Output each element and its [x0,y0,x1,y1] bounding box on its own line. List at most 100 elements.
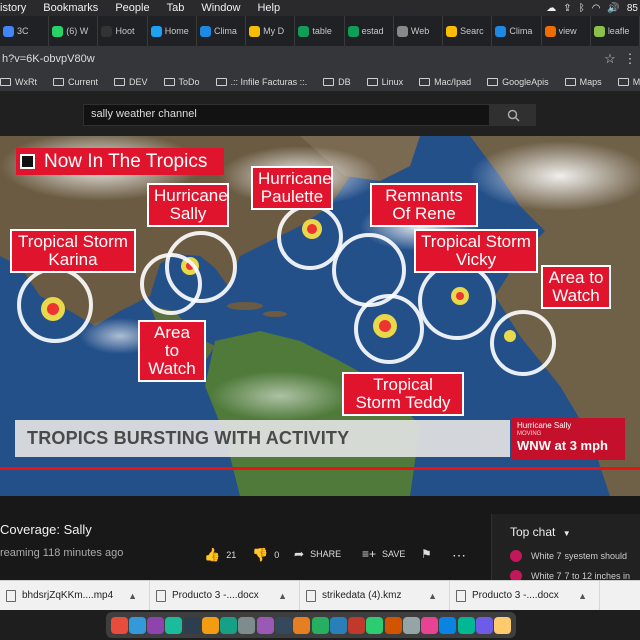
bookmark-item[interactable]: ToDo [163,76,200,87]
dock-app-icon[interactable] [220,616,238,634]
menu-history[interactable]: istory [0,2,26,14]
download-filename: bhdsrjZqKKm....mp4 [22,590,114,601]
bookmark-item[interactable]: DEV [114,77,148,87]
browser-tab[interactable]: estad [345,16,394,46]
dock-app-icon[interactable] [128,616,146,634]
label-area-west: Area to Watch [138,320,206,382]
browser-tab[interactable]: Hoot [98,16,148,46]
chevron-up-icon[interactable]: ▲ [428,591,437,601]
menu-people[interactable]: People [115,2,149,14]
download-item[interactable]: bhdsrjZqKKm....mp4 ▲ [0,580,150,611]
download-filename: Producto 3 -....docx [472,590,559,601]
dock-app-icon[interactable] [238,616,256,634]
more-actions-button[interactable]: ⋯ [452,547,466,564]
menu-window[interactable]: Window [201,2,240,14]
browser-tab[interactable]: My D [246,16,296,46]
cloud-icon[interactable]: ☁ [546,3,556,14]
url-text[interactable]: h?v=6K-obvpV80w [0,53,600,65]
bookmark-label: GoogleApis [502,76,549,87]
report-button[interactable]: ⚑ [421,547,432,561]
dock-app-icon[interactable] [384,616,402,634]
bookmark-label: .:: Infile Facturas ::. [230,76,308,87]
tab-favicon-icon [199,25,211,37]
share-button[interactable]: ➦ SHARE [294,547,341,561]
dock-app-icon[interactable] [494,616,512,634]
dock-app-icon[interactable] [348,616,366,634]
menu-tab[interactable]: Tab [167,2,185,14]
bookmark-star-icon[interactable]: ☆ [600,51,620,67]
dock-app-icon[interactable] [475,616,493,634]
storm-ring-karina [17,267,93,343]
bluetooth-icon[interactable]: ᛒ [579,3,585,14]
dock-app-icon[interactable] [183,616,201,634]
dislike-button[interactable]: 👎 0 [252,547,279,563]
dock-app-icon[interactable] [256,616,274,634]
download-item[interactable]: Producto 3 -....docx ▲ [150,580,300,611]
dock-app-icon[interactable] [275,616,293,634]
bookmark-label: Maps [579,76,602,87]
wifi-icon[interactable]: ◠ [592,3,601,14]
file-icon [6,589,16,602]
browser-tab[interactable]: (6) W [49,16,99,46]
browser-tab[interactable]: Clima [492,16,542,46]
tab-favicon-icon [495,25,507,37]
folder-icon [163,77,175,86]
dock-app-icon[interactable] [402,616,420,634]
bookmark-item[interactable]: WxRt [0,77,37,87]
bookmark-item[interactable]: .:: Infile Facturas ::. [215,76,308,87]
save-button[interactable]: ≡+ SAVE [362,547,405,561]
dock-app-icon[interactable] [329,616,347,634]
chevron-up-icon[interactable]: ▲ [128,591,137,601]
dock-app-icon[interactable] [110,616,128,634]
browser-tab[interactable]: Searc [443,16,493,46]
chevron-up-icon[interactable]: ▲ [278,591,287,601]
browser-tab[interactable]: leafle [591,16,640,46]
bookmark-item[interactable]: Linux [366,77,403,87]
menu-bookmarks[interactable]: Bookmarks [43,2,98,14]
dock-app-icon[interactable] [366,616,384,634]
dock-app-icon[interactable] [311,616,329,634]
search-button[interactable] [490,104,536,126]
bookmark-item[interactable]: Musi [617,77,640,87]
storm-ring-vicky [418,262,496,340]
browser-tab-strip: 3C (6) W Hoot Home Clima My D table estad Web Sea… [0,16,640,46]
bookmark-item[interactable]: Maps [564,76,602,87]
browser-tab[interactable]: 3C [0,16,50,46]
bookmark-item[interactable]: GoogleApis [487,77,549,87]
search-input[interactable]: sally weather channel [83,104,490,126]
browser-tab[interactable]: table [295,16,345,46]
menu-help[interactable]: Help [257,2,280,14]
download-item[interactable]: Producto 3 -....docx ▲ [450,580,600,611]
bookmark-item[interactable]: DB [323,77,351,87]
browser-tab[interactable]: Web [394,16,444,46]
bookmark-item[interactable]: Current [53,77,98,87]
more-menu-icon[interactable]: ⋮ [620,51,640,67]
dock-app-icon[interactable] [165,616,183,634]
folder-icon [215,77,227,86]
live-chat-panel: Top chat ▼ White 7 syestem should White … [491,514,640,582]
chevron-up-icon[interactable]: ▲ [578,591,587,601]
dock-app-icon[interactable] [147,616,165,634]
browser-tab[interactable]: Home [148,16,197,46]
video-progress-bar[interactable] [0,467,640,470]
folder-icon [323,77,335,86]
dock-app-icon[interactable] [201,616,219,634]
bookmark-item[interactable]: Mac/Ipad [419,77,471,87]
hurricane-sub: MOVING [517,431,542,437]
like-button[interactable]: 👍 21 [204,547,236,563]
tab-label: Web [410,26,430,36]
dock-app-icon[interactable] [457,616,475,634]
label-sally: Hurricane Sally [147,183,229,227]
dock-app-icon[interactable] [439,616,457,634]
browser-tab[interactable]: Clima [197,16,247,46]
dock-app-icon[interactable] [293,616,311,634]
bookmark-label: ToDo [178,76,200,87]
file-icon [156,589,166,602]
top-chat-selector[interactable]: Top chat ▼ [510,525,571,539]
browser-tab[interactable]: view [542,16,591,46]
file-icon [456,589,466,602]
download-item[interactable]: strikedata (4).kmz ▲ [300,580,450,611]
volume-icon[interactable]: 🔊 [607,3,619,14]
dock-app-icon[interactable] [421,616,439,634]
upload-icon[interactable]: ⇪ [563,3,571,14]
